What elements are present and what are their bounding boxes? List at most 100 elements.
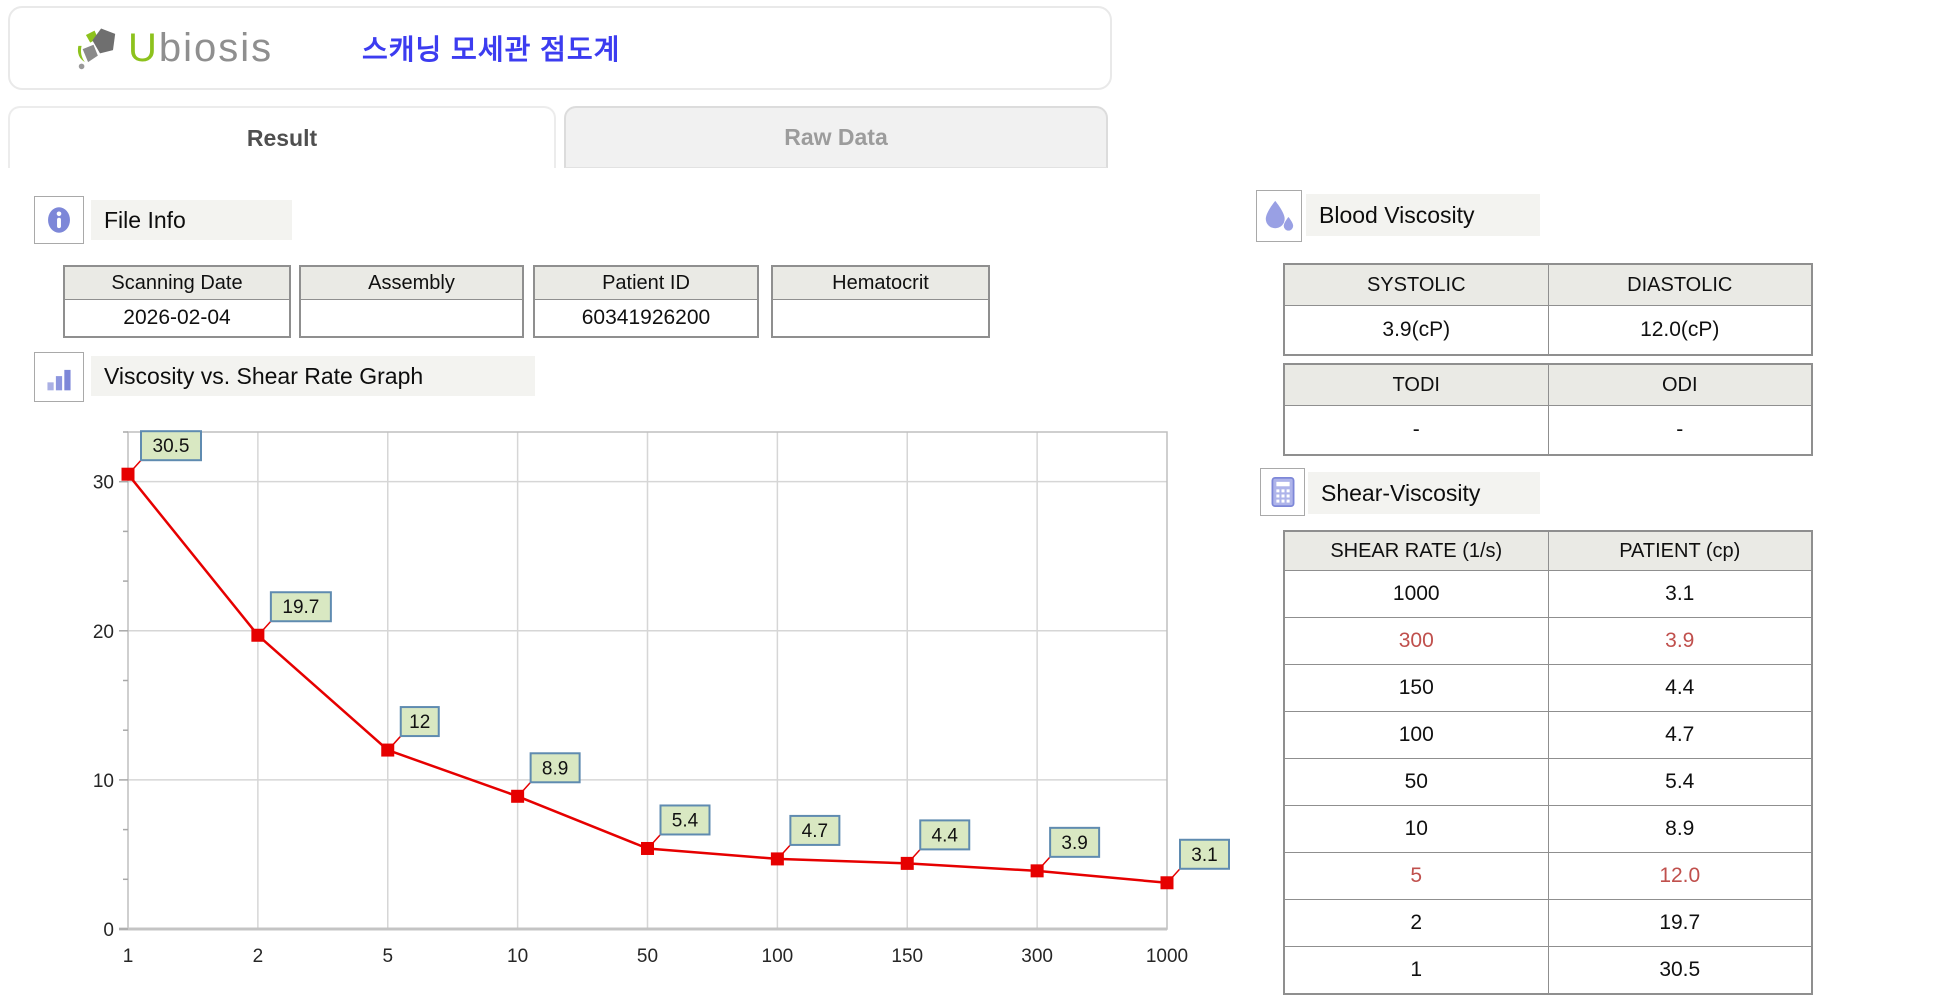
patient-viscosity-cell: 4.7: [1547, 711, 1813, 759]
chart-data-label: 8.9: [542, 758, 568, 779]
logo-text: Ubiosis: [128, 26, 273, 71]
shear-rate-cell: 150: [1283, 664, 1549, 712]
chart-x-tick-label: 2: [253, 946, 264, 967]
todi-header: TODI: [1283, 363, 1549, 406]
chart-data-label: 4.7: [802, 821, 828, 842]
shear-rate-cell: 1000: [1283, 570, 1549, 618]
shear-rate-cell: 50: [1283, 758, 1549, 806]
file-info-field: Assembly: [299, 265, 524, 338]
shear-rate-cell: 300: [1283, 617, 1549, 665]
todi-value: -: [1283, 405, 1549, 456]
shear-viscosity-icon-box: [1260, 468, 1305, 516]
patient-viscosity-cell: 8.9: [1547, 805, 1813, 853]
graph-icon-box: [34, 352, 84, 402]
patient-viscosity-cell: 3.1: [1547, 570, 1813, 618]
patient-viscosity-cell: 5.4: [1547, 758, 1813, 806]
chart-y-axis-ticks: [119, 431, 128, 930]
chart-data-label: 4.4: [932, 825, 959, 846]
table-row: 1000 3.1: [1283, 570, 1813, 618]
patient-viscosity-cell: 4.4: [1547, 664, 1813, 712]
tab-result[interactable]: Result: [8, 106, 556, 168]
shear-rate-cell: 5: [1283, 852, 1549, 900]
chart-x-tick-label: 150: [891, 946, 923, 967]
chart-x-tick-label: 1: [123, 946, 134, 967]
chart-x-tick-label: 5: [382, 946, 393, 967]
graph-section-title: Viscosity vs. Shear Rate Graph: [91, 356, 535, 396]
file-info-field-value: [773, 300, 988, 336]
ubiosis-logo: Ubiosis: [74, 8, 273, 88]
tab-raw-data[interactable]: Raw Data: [564, 106, 1108, 168]
chart-x-tick-label: 300: [1021, 946, 1053, 967]
diastolic-value: 12.0(cP): [1547, 305, 1813, 356]
patient-viscosity-cell: 30.5: [1547, 946, 1813, 995]
table-row: 100 4.7: [1283, 711, 1813, 759]
file-info-field: Scanning Date 2026-02-04: [63, 265, 291, 338]
chart-data-point: [251, 628, 265, 642]
shear-viscosity-table: SHEAR RATE (1/s) PATIENT (cp) 1000 3.1 300 3.…: [1283, 530, 1813, 995]
chart-data-label: 19.7: [282, 597, 319, 618]
file-info-field-label: Scanning Date: [65, 267, 289, 300]
oxygen-index-table: TODI ODI - -: [1283, 363, 1813, 456]
chart-svg: 30.519.7128.95.4 4.7 4.4 3.93.101020301 2 5 10…: [93, 430, 1230, 967]
odi-header: ODI: [1547, 363, 1813, 406]
blood-viscosity-table: SYSTOLIC DIASTOLIC 3.9(cP) 12.0(cP): [1283, 263, 1813, 356]
header: Ubiosis 스캐닝 모세관 점도계: [8, 6, 1112, 90]
chart-data-point: [121, 467, 135, 481]
diastolic-header: DIASTOLIC: [1547, 263, 1813, 306]
bar-chart-icon: [47, 369, 71, 391]
logo-accent-letter: U: [128, 25, 159, 70]
chart-data-label: 3.1: [1191, 845, 1217, 866]
chart-data-label: 12: [409, 712, 430, 733]
patient-header: PATIENT (cp): [1547, 530, 1813, 571]
file-info-field-label: Assembly: [301, 267, 522, 300]
shear-rate-cell: 1: [1283, 946, 1549, 995]
patient-viscosity-cell: 3.9: [1547, 617, 1813, 665]
chart-data-label: 5.4: [672, 810, 699, 831]
table-header-row: TODI ODI: [1283, 363, 1813, 406]
table-row: 10 8.9: [1283, 805, 1813, 853]
app-window: Ubiosis 스캐닝 모세관 점도계 Result Raw Data File…: [0, 0, 1943, 995]
info-icon: [48, 207, 70, 233]
chart-x-tick-label: 50: [637, 946, 658, 967]
file-info-section-title: File Info: [91, 200, 292, 240]
shear-viscosity-section-title: Shear-Viscosity: [1308, 472, 1540, 514]
file-info-field-value: 2026-02-04: [123, 306, 231, 329]
shear-rate-cell: 2: [1283, 899, 1549, 947]
table-row: 50 5.4: [1283, 758, 1813, 806]
table-row: 150 4.4: [1283, 664, 1813, 712]
chart-data-point: [900, 856, 914, 870]
chart-y-tick-label: 10: [93, 771, 114, 792]
shear-rate-header: SHEAR RATE (1/s): [1283, 530, 1549, 571]
systolic-value: 3.9(cP): [1283, 305, 1549, 356]
odi-value: -: [1547, 405, 1813, 456]
table-row: 5 12.0: [1283, 852, 1813, 900]
chart-x-tick-label: 1000: [1146, 946, 1188, 967]
systolic-header: SYSTOLIC: [1283, 263, 1549, 306]
file-info-field-value: [301, 300, 522, 336]
chart-data-point: [1160, 876, 1174, 890]
chart-data-point: [381, 743, 395, 757]
shear-rate-cell: 100: [1283, 711, 1549, 759]
file-info-field-label: Patient ID: [535, 267, 757, 300]
chart-data-label: 30.5: [153, 436, 190, 457]
logo-rest-text: biosis: [158, 25, 274, 70]
table-row: 2 19.7: [1283, 899, 1813, 947]
blood-viscosity-icon-box: [1256, 190, 1302, 242]
droplets-icon: [1265, 200, 1294, 231]
file-info-field: Hematocrit: [771, 265, 990, 338]
table-row: 3.9(cP) 12.0(cP): [1283, 305, 1813, 356]
chart-y-tick-label: 20: [93, 622, 114, 643]
chart-y-tick-label: 0: [103, 920, 114, 941]
table-header-row: SHEAR RATE (1/s) PATIENT (cp): [1283, 530, 1813, 571]
file-info-icon-box: [34, 196, 84, 244]
table-row: 300 3.9: [1283, 617, 1813, 665]
file-info-field: Patient ID 60341926200: [533, 265, 759, 338]
table-row: 1 30.5: [1283, 946, 1813, 995]
chart-x-tick-label: 100: [762, 946, 794, 967]
chart-data-point: [770, 852, 784, 866]
app-title: 스캐닝 모세관 점도계: [362, 34, 621, 65]
chart-data-point: [1030, 864, 1044, 878]
chart-data-label: 3.9: [1061, 833, 1087, 854]
ubiosis-logo-icon: [77, 28, 116, 70]
patient-viscosity-cell: 19.7: [1547, 899, 1813, 947]
